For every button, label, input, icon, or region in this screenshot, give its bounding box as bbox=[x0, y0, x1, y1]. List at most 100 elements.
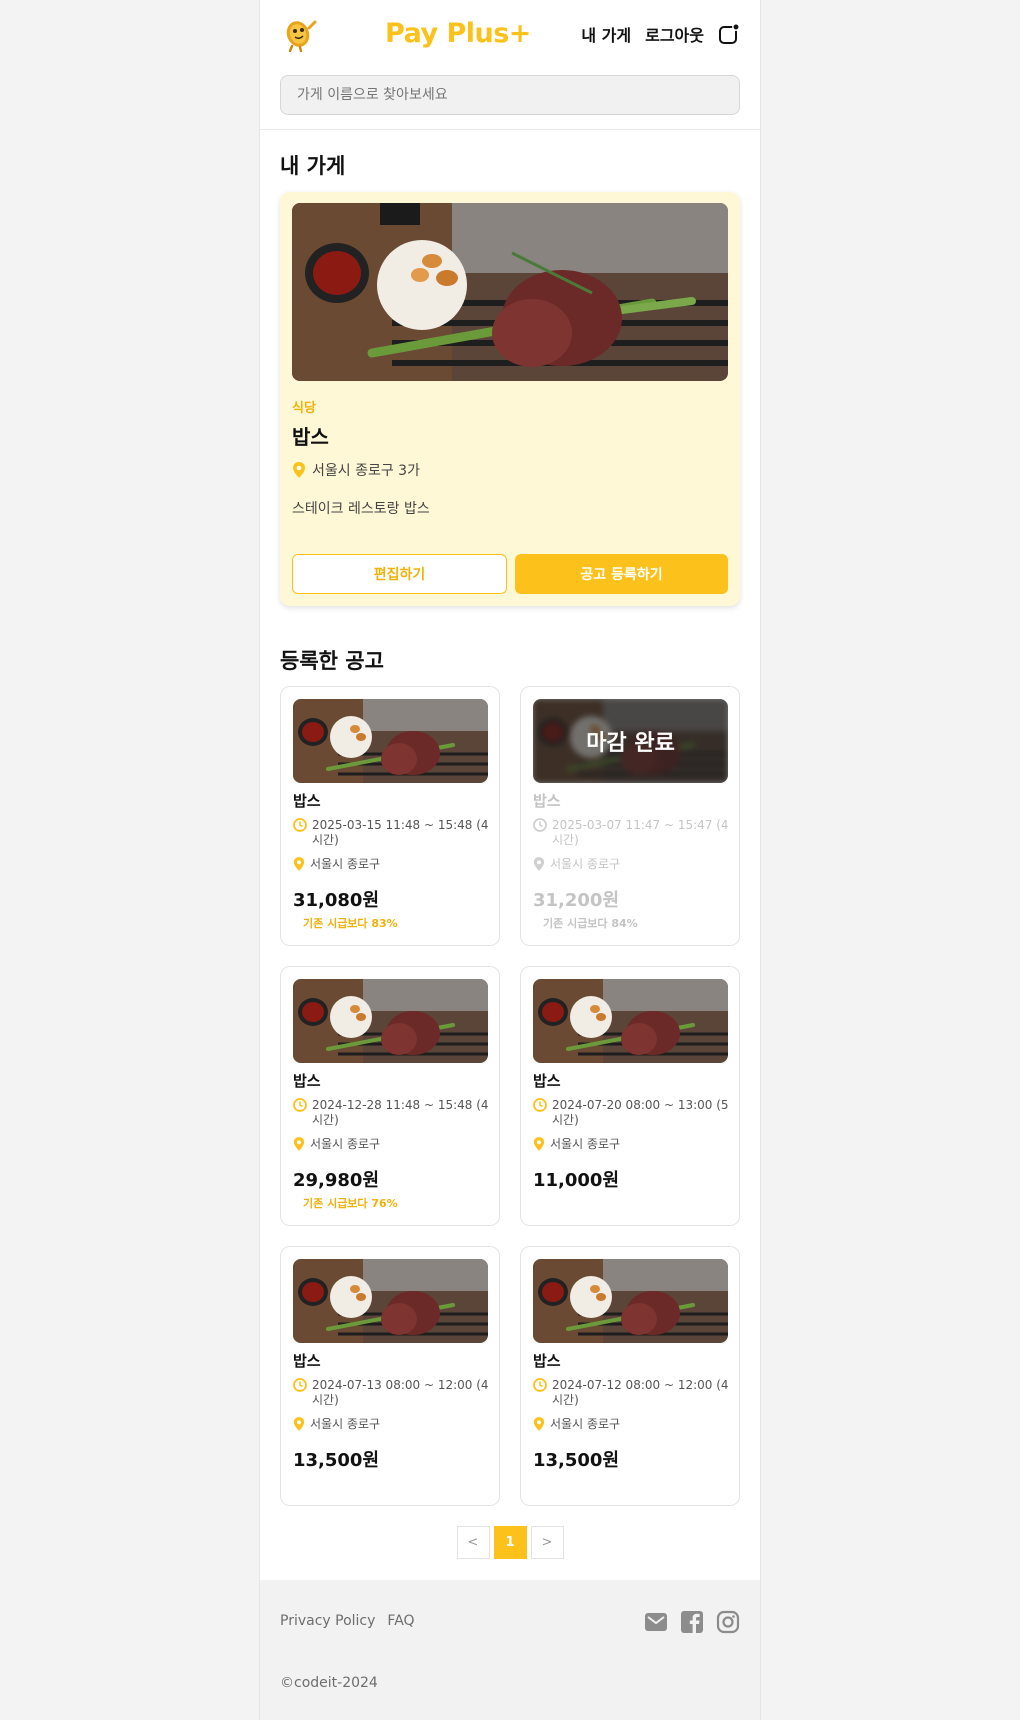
post-card[interactable]: 밥스 2025-03-15 11:48 ~ 15:48 (4시간) 서울시 종로… bbox=[280, 686, 500, 946]
post-address: 서울시 종로구 bbox=[533, 1415, 620, 1432]
post-time: 2025-03-07 11:47 ~ 15:47 (4시간) bbox=[533, 818, 733, 848]
post-address: 서울시 종로구 bbox=[293, 1415, 380, 1432]
post-store-name: 밥스 bbox=[533, 1352, 561, 1370]
footer: Privacy Policy FAQ ©codeit-2024 bbox=[260, 1580, 760, 1720]
post-rate-badge: 기존 시급보다 84% bbox=[543, 917, 638, 930]
nav-logout[interactable]: 로그아웃 bbox=[645, 22, 704, 46]
notification-icon[interactable] bbox=[718, 23, 740, 45]
brand-logo[interactable]: Pay Plus+ bbox=[385, 18, 531, 49]
post-store-name: 밥스 bbox=[293, 1352, 321, 1370]
store-category: 식당 bbox=[292, 401, 316, 416]
clock-icon bbox=[533, 818, 547, 832]
post-grid: 밥스 2025-03-15 11:48 ~ 15:48 (4시간) 서울시 종로… bbox=[280, 686, 740, 1506]
post-rate-badge: 기존 시급보다 76% bbox=[303, 1197, 398, 1210]
post-address-text: 서울시 종로구 bbox=[550, 857, 621, 871]
register-post-button[interactable]: 공고 등록하기 bbox=[515, 554, 728, 594]
steak-image bbox=[533, 979, 728, 1063]
store-address-text: 서울시 종로구 3가 bbox=[312, 463, 420, 479]
posts-title: 등록한 공고 bbox=[280, 649, 384, 673]
steak-image bbox=[293, 699, 488, 783]
post-time-text: 2024-12-28 11:48 ~ 15:48 (4시간) bbox=[312, 1098, 489, 1127]
top-nav: 내 가게 로그아웃 bbox=[581, 22, 740, 46]
post-card[interactable]: 마감 완료 밥스 2025-03-07 11:47 ~ 15:47 (4시간) … bbox=[520, 686, 740, 946]
app-container: Pay Plus+ 내 가게 로그아웃 내 가게 bbox=[259, 0, 761, 1720]
location-pin-icon bbox=[293, 1416, 305, 1431]
post-card[interactable]: 밥스 2024-07-20 08:00 ~ 13:00 (5시간) 서울시 종로… bbox=[520, 966, 740, 1226]
post-time-text: 2024-07-20 08:00 ~ 13:00 (5시간) bbox=[552, 1098, 729, 1127]
location-pin-icon bbox=[533, 856, 545, 871]
my-store-title: 내 가게 bbox=[280, 154, 346, 178]
post-time: 2025-03-15 11:48 ~ 15:48 (4시간) bbox=[293, 818, 493, 848]
post-time-text: 2024-07-12 08:00 ~ 12:00 (4시간) bbox=[552, 1378, 729, 1407]
closed-overlay: 마감 완료 bbox=[533, 699, 728, 783]
post-photo bbox=[533, 979, 728, 1063]
post-rate-badge: 기존 시급보다 83% bbox=[303, 917, 398, 930]
page-1-button[interactable]: 1 bbox=[493, 1526, 527, 1559]
search-input[interactable] bbox=[280, 75, 740, 115]
post-time: 2024-07-20 08:00 ~ 13:00 (5시간) bbox=[533, 1098, 733, 1128]
post-price: 11,000원 bbox=[533, 1170, 620, 1191]
post-address-text: 서울시 종로구 bbox=[310, 1137, 381, 1151]
post-price: 13,500원 bbox=[533, 1450, 620, 1471]
facebook-icon[interactable] bbox=[680, 1610, 704, 1634]
post-price: 31,200원 bbox=[533, 890, 620, 911]
steak-image bbox=[293, 979, 488, 1063]
store-description: 스테이크 레스토랑 밥스 bbox=[292, 501, 430, 517]
footer-links: Privacy Policy FAQ bbox=[280, 1613, 415, 1629]
post-address-text: 서울시 종로구 bbox=[550, 1417, 621, 1431]
post-address-text: 서울시 종로구 bbox=[310, 1417, 381, 1431]
steak-image bbox=[292, 203, 728, 381]
next-page-button[interactable]: > bbox=[530, 1526, 564, 1559]
faq-link[interactable]: FAQ bbox=[387, 1613, 414, 1629]
prev-page-button[interactable]: < bbox=[456, 1526, 490, 1559]
edit-store-button[interactable]: 편집하기 bbox=[292, 554, 507, 594]
post-address: 서울시 종로구 bbox=[533, 855, 620, 872]
post-card[interactable]: 밥스 2024-07-13 08:00 ~ 12:00 (4시간) 서울시 종로… bbox=[280, 1246, 500, 1506]
post-price: 13,500원 bbox=[293, 1450, 380, 1471]
header: Pay Plus+ 내 가게 로그아웃 bbox=[260, 0, 760, 130]
post-address-text: 서울시 종로구 bbox=[550, 1137, 621, 1151]
steak-image bbox=[533, 1259, 728, 1343]
pagination: < 1 > bbox=[260, 1526, 760, 1559]
nav-my-store[interactable]: 내 가게 bbox=[581, 22, 631, 46]
post-time-text: 2025-03-07 11:47 ~ 15:47 (4시간) bbox=[552, 818, 729, 847]
post-address: 서울시 종로구 bbox=[293, 855, 380, 872]
post-time: 2024-07-13 08:00 ~ 12:00 (4시간) bbox=[293, 1378, 493, 1408]
location-pin-icon bbox=[533, 1416, 545, 1431]
post-time: 2024-12-28 11:48 ~ 15:48 (4시간) bbox=[293, 1098, 493, 1128]
copyright: ©codeit-2024 bbox=[280, 1675, 378, 1691]
mail-icon[interactable] bbox=[644, 1610, 668, 1634]
clock-icon bbox=[293, 818, 307, 832]
store-address: 서울시 종로구 3가 bbox=[292, 460, 420, 480]
post-time-text: 2025-03-15 11:48 ~ 15:48 (4시간) bbox=[312, 818, 489, 847]
post-store-name: 밥스 bbox=[293, 792, 321, 810]
mascot-logo-icon[interactable] bbox=[282, 16, 318, 52]
post-store-name: 밥스 bbox=[533, 1072, 561, 1090]
post-address: 서울시 종로구 bbox=[293, 1135, 380, 1152]
location-pin-icon bbox=[293, 856, 305, 871]
post-address: 서울시 종로구 bbox=[533, 1135, 620, 1152]
post-photo bbox=[533, 1259, 728, 1343]
clock-icon bbox=[293, 1098, 307, 1112]
post-price: 31,080원 bbox=[293, 890, 380, 911]
post-card[interactable]: 밥스 2024-12-28 11:48 ~ 15:48 (4시간) 서울시 종로… bbox=[280, 966, 500, 1226]
clock-icon bbox=[533, 1378, 547, 1392]
post-photo bbox=[293, 1259, 488, 1343]
clock-icon bbox=[293, 1378, 307, 1392]
store-photo bbox=[292, 203, 728, 381]
post-card[interactable]: 밥스 2024-07-12 08:00 ~ 12:00 (4시간) 서울시 종로… bbox=[520, 1246, 740, 1506]
post-store-name: 밥스 bbox=[293, 1072, 321, 1090]
post-time: 2024-07-12 08:00 ~ 12:00 (4시간) bbox=[533, 1378, 733, 1408]
location-pin-icon bbox=[293, 1136, 305, 1151]
post-photo bbox=[293, 699, 488, 783]
post-price: 29,980원 bbox=[293, 1170, 380, 1191]
post-time-text: 2024-07-13 08:00 ~ 12:00 (4시간) bbox=[312, 1378, 489, 1407]
post-photo bbox=[293, 979, 488, 1063]
post-address-text: 서울시 종로구 bbox=[310, 857, 381, 871]
location-pin-icon bbox=[533, 1136, 545, 1151]
instagram-icon[interactable] bbox=[716, 1610, 740, 1634]
post-store-name: 밥스 bbox=[533, 792, 561, 810]
my-store-card: 식당 밥스 서울시 종로구 3가 스테이크 레스토랑 밥스 편집하기 공고 등록… bbox=[280, 192, 740, 606]
clock-icon bbox=[533, 1098, 547, 1112]
privacy-policy-link[interactable]: Privacy Policy bbox=[280, 1613, 375, 1629]
